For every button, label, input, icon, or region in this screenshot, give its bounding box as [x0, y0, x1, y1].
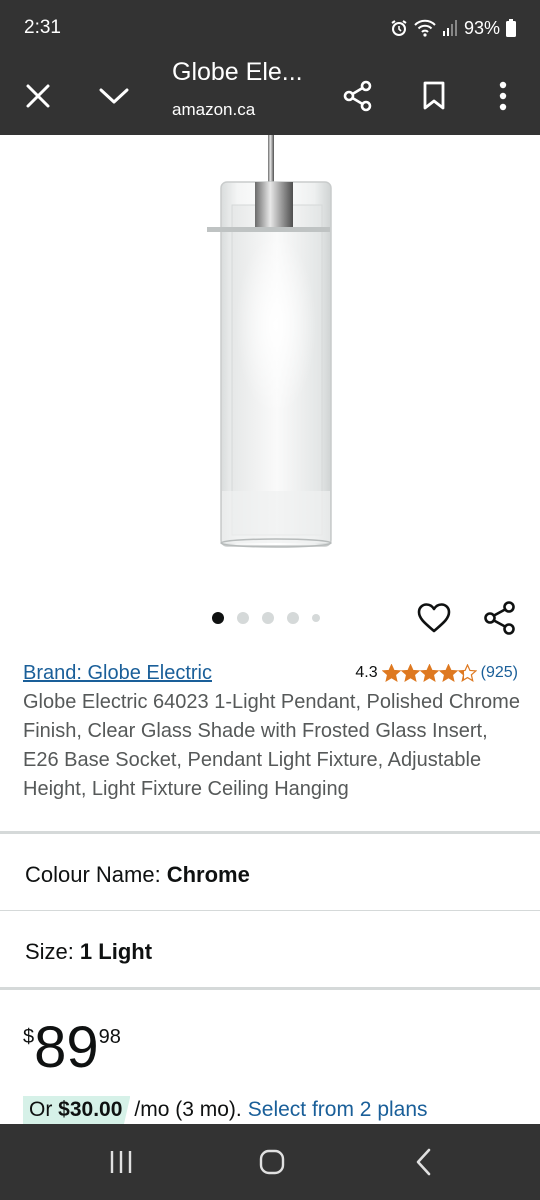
recent-apps-icon[interactable] — [99, 1142, 143, 1182]
close-icon[interactable] — [14, 72, 62, 120]
rating[interactable]: 4.3 (925) — [355, 664, 518, 682]
divider — [0, 831, 540, 834]
system-nav-bar — [0, 1124, 540, 1200]
back-icon[interactable] — [402, 1142, 446, 1182]
rating-count[interactable]: (925) — [481, 664, 518, 682]
star-icon — [400, 664, 420, 682]
colour-label: Colour Name: — [25, 862, 161, 887]
carousel-dot[interactable] — [287, 612, 299, 624]
carousel-dot[interactable] — [262, 612, 274, 624]
star-rating-icon — [381, 664, 477, 682]
price-fraction: 98 — [98, 1026, 121, 1048]
financing-badge: Or $30.00 — [23, 1096, 131, 1124]
carousel-dot[interactable] — [237, 612, 249, 624]
status-bar: 2:31 93% — [0, 0, 540, 56]
chevron-down-icon[interactable] — [90, 72, 138, 120]
share-icon[interactable] — [334, 72, 382, 120]
signal-icon — [442, 19, 458, 37]
image-carousel-dots[interactable] — [212, 612, 320, 624]
product-image[interactable] — [0, 135, 540, 580]
price-whole: 89 — [34, 1015, 99, 1080]
colour-option[interactable]: Colour Name: Chrome — [25, 862, 250, 888]
alarm-icon — [390, 19, 408, 37]
product-title: Globe Electric 64023 1-Light Pendant, Po… — [23, 691, 520, 800]
select-plans-link[interactable]: Select from 2 plans — [248, 1098, 428, 1122]
size-option[interactable]: Size: 1 Light — [25, 939, 152, 965]
heart-icon[interactable] — [414, 598, 454, 638]
more-options-icon[interactable] — [479, 72, 527, 120]
page-title: Globe Ele... — [172, 58, 303, 86]
price: $ 89 98 — [23, 1018, 121, 1078]
bookmark-icon[interactable] — [410, 72, 458, 120]
star-icon — [419, 664, 439, 682]
financing-or: Or — [29, 1098, 53, 1121]
home-icon[interactable] — [250, 1142, 294, 1182]
star-icon — [438, 664, 458, 682]
colour-value: Chrome — [166, 862, 250, 887]
divider — [0, 987, 540, 990]
carousel-dot[interactable] — [312, 614, 320, 622]
price-currency: $ — [23, 1026, 35, 1048]
brand-link[interactable]: Brand: Globe Electric — [23, 662, 212, 685]
status-time: 2:31 — [24, 17, 61, 38]
battery-percent: 93% — [463, 17, 500, 38]
financing-row: Or $30.00 /mo (3 mo). Select from 2 plan… — [23, 1096, 428, 1124]
status-icons: 93% — [390, 18, 516, 39]
browser-toolbar: Globe Ele... amazon.ca — [0, 56, 540, 135]
wifi-icon — [414, 19, 436, 37]
carousel-dot-active[interactable] — [212, 612, 224, 624]
rating-value: 4.3 — [355, 664, 378, 681]
share-icon[interactable] — [480, 598, 520, 638]
size-label: Size: — [25, 939, 74, 964]
battery-icon — [506, 19, 516, 37]
financing-term: /mo (3 mo). — [134, 1098, 242, 1121]
divider — [0, 910, 540, 911]
size-value: 1 Light — [79, 939, 153, 964]
page-domain: amazon.ca — [172, 100, 256, 119]
star-icon — [381, 664, 401, 682]
star-icon — [457, 664, 477, 682]
financing-amount: $30.00 — [58, 1098, 123, 1121]
